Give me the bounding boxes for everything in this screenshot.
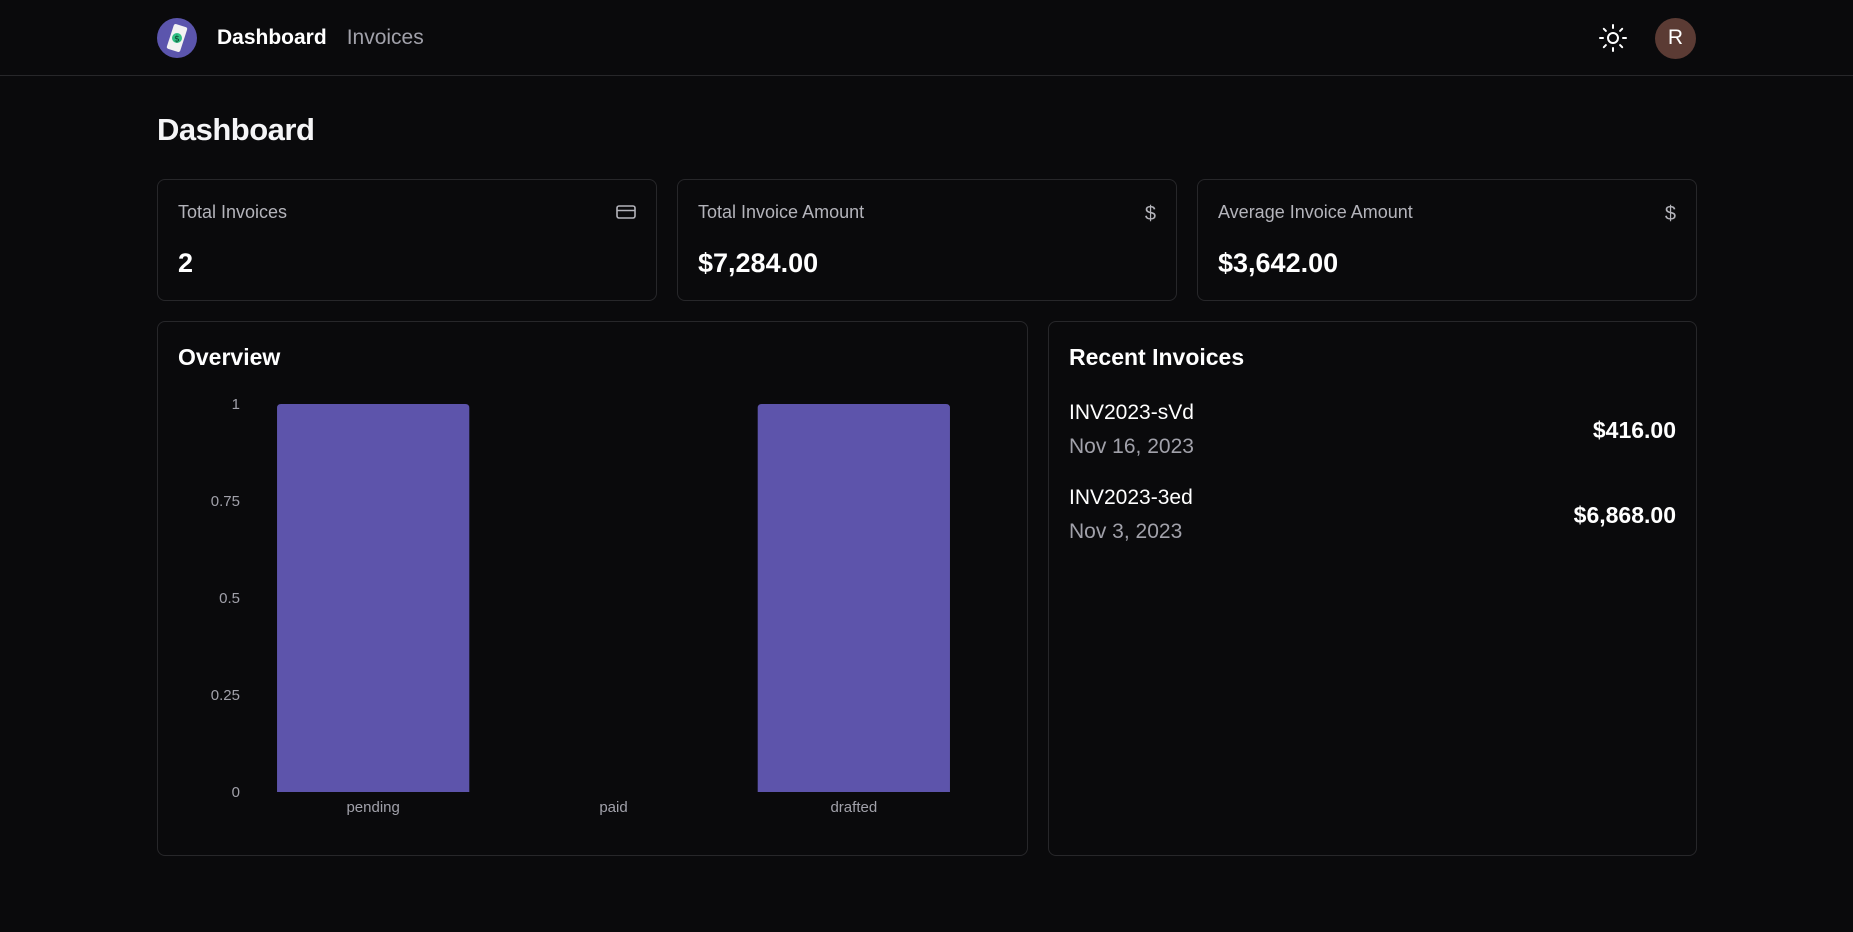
y-tick-label: 0.25 — [211, 687, 240, 704]
theme-toggle-button[interactable] — [1593, 18, 1633, 58]
dollar-icon: $ — [1144, 203, 1156, 225]
stat-card-total-amount: Total Invoice Amount $ $7,284.00 — [677, 179, 1177, 301]
y-tick-label: 0.75 — [211, 493, 240, 510]
invoice-list-item[interactable]: INV2023-sVd Nov 16, 2023 $416.00 — [1069, 401, 1676, 471]
invoice-amount: $416.00 — [1592, 417, 1676, 443]
svg-text:$: $ — [174, 35, 180, 45]
invoice-id: INV2023-3ed — [1069, 486, 1193, 509]
stat-card-total-invoices: Total Invoices 2 — [157, 179, 657, 301]
overview-bar-chart: 0 0.25 0.5 0.75 1 pending paid drafted — [211, 396, 950, 816]
recent-invoices-card: Recent Invoices INV2023-sVd Nov 16, 2023… — [1048, 321, 1697, 856]
page-title: Dashboard — [157, 112, 315, 147]
recent-invoices-heading: Recent Invoices — [1069, 344, 1245, 370]
invoice-logo-icon[interactable]: $ — [157, 18, 197, 58]
x-tick-label: drafted — [830, 799, 877, 816]
invoice-date: Nov 16, 2023 — [1069, 435, 1194, 458]
y-tick-label: 1 — [232, 396, 240, 413]
stat-title: Total Invoice Amount — [698, 202, 865, 222]
stat-title: Total Invoices — [178, 202, 288, 222]
y-tick-label: 0 — [232, 784, 240, 801]
user-avatar-button[interactable]: R — [1655, 17, 1696, 59]
invoice-list-item[interactable]: INV2023-3ed Nov 3, 2023 $6,868.00 — [1069, 486, 1676, 556]
nav-link-dashboard[interactable]: Dashboard — [217, 26, 327, 50]
stat-value: 2 — [178, 248, 194, 278]
x-tick-label: pending — [346, 799, 399, 816]
overview-card: Overview 0 0.25 0.5 0.75 1 pending paid drafted — [157, 321, 1028, 856]
bar-pending[interactable] — [277, 404, 470, 792]
y-tick-label: 0.5 — [219, 590, 240, 607]
top-navbar: $ Dashboard Invoices R — [0, 0, 1853, 76]
invoice-amount: $6,868.00 — [1573, 502, 1676, 528]
invoice-id: INV2023-sVd — [1069, 401, 1194, 424]
credit-card-icon — [616, 204, 636, 224]
stat-title: Average Invoice Amount — [1218, 202, 1413, 222]
sun-icon — [1599, 24, 1627, 52]
stat-value: $7,284.00 — [698, 248, 819, 278]
bar-drafted[interactable] — [757, 404, 950, 792]
nav-link-invoices[interactable]: Invoices — [347, 26, 424, 50]
stat-value: $3,642.00 — [1218, 248, 1339, 278]
invoice-date: Nov 3, 2023 — [1069, 520, 1183, 543]
dollar-icon: $ — [1664, 203, 1676, 225]
x-tick-label: paid — [599, 799, 627, 816]
stat-card-average-amount: Average Invoice Amount $ $3,642.00 — [1197, 179, 1697, 301]
